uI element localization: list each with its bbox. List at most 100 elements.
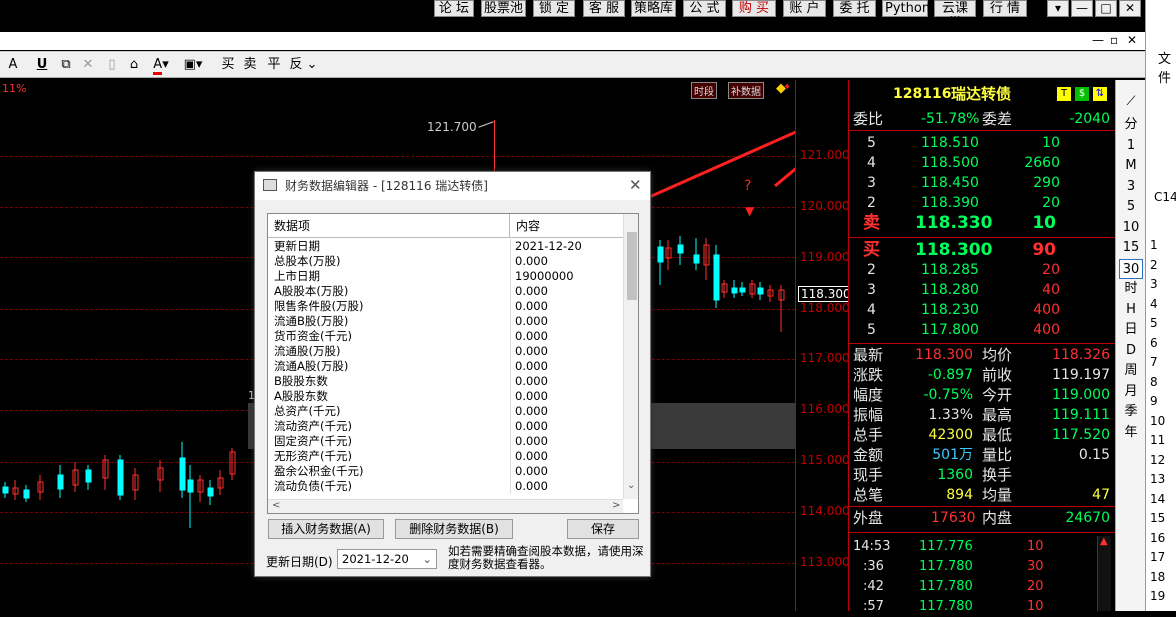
grid-row[interactable]: 流通A股(万股) 0.000 (268, 359, 623, 374)
ask-row[interactable]: 2 118.390 20 (849, 193, 1116, 213)
grid-value[interactable]: 0.000 (515, 389, 548, 404)
col-header-item[interactable]: 数据项 (268, 214, 510, 238)
grid-value[interactable]: 0.000 (515, 299, 548, 314)
grid-row[interactable]: 总股本(万股) 0.000 (268, 254, 623, 269)
vertical-scrollbar[interactable]: ⌄ (623, 214, 638, 499)
menu-service[interactable]: 客 服 (583, 0, 625, 17)
grid-row[interactable]: 流通股(万股) 0.000 (268, 344, 623, 359)
menu-account[interactable]: 账 户 (783, 0, 826, 17)
dropdown-icon[interactable]: ▾ (1047, 0, 1069, 17)
sell-tool[interactable]: 卖 (242, 55, 258, 75)
date-select[interactable]: 2021-12-20 ⌄ (337, 549, 437, 569)
grid-row[interactable]: 限售条件股(万股) 0.000 (268, 299, 623, 314)
period-1[interactable]: 1 (1119, 136, 1143, 156)
grid-value[interactable]: 0.000 (515, 284, 548, 299)
delete-icon[interactable]: ✕ (80, 55, 96, 75)
menu-lock[interactable]: 锁 定 (533, 0, 575, 17)
inner-restore-icon[interactable]: ▫ (1110, 33, 1118, 47)
period-12[interactable]: 周 (1119, 361, 1143, 381)
ask-row[interactable]: 卖 118.330 10 (849, 213, 1116, 233)
horizontal-scrollbar[interactable]: < > (268, 499, 623, 513)
grid-value[interactable]: 0.000 (515, 254, 548, 269)
grid-row[interactable]: 流动负债(千元) 0.000 (268, 479, 623, 494)
text-tool-icon[interactable]: A (6, 55, 20, 75)
underline-icon[interactable]: U (34, 55, 50, 75)
grid-value[interactable]: 0.000 (515, 374, 548, 389)
reverse-tool[interactable]: 反 (288, 55, 304, 75)
grid-row[interactable]: A股股东数 0.000 (268, 389, 623, 404)
t-icon[interactable]: T (1057, 87, 1071, 101)
grid-value[interactable]: 0.000 (515, 449, 548, 464)
grid-row[interactable]: 固定资产(千元) 0.000 (268, 434, 623, 449)
grid-row[interactable]: 流通B股(万股) 0.000 (268, 314, 623, 329)
inner-close-icon[interactable]: ✕ (1127, 33, 1137, 47)
save-icon[interactable]: ▣▾ (180, 55, 206, 75)
grid-row[interactable]: 上市日期 19000000 (268, 269, 623, 284)
bid-row[interactable]: 3 118.280 40 (849, 280, 1116, 300)
grid-row[interactable]: 盈余公积金(千元) 0.000 (268, 464, 623, 479)
period-3[interactable]: 3 (1119, 177, 1143, 197)
trash-icon[interactable]: ▯ (104, 55, 120, 75)
grid-value[interactable]: 0.000 (515, 404, 548, 419)
tick-scrollbar[interactable]: ▲ (1097, 536, 1111, 611)
dollar-icon[interactable]: $ (1075, 87, 1089, 101)
grid-row[interactable]: 流动资产(千元) 0.000 (268, 419, 623, 434)
trend-icon[interactable]: ⟋ (1119, 92, 1143, 112)
grid-value[interactable]: 2021-12-20 (515, 239, 582, 254)
delete-data-button[interactable]: 删除财务数据(B) (395, 519, 513, 539)
scroll-thumb[interactable] (627, 232, 637, 300)
bid-row[interactable]: 4 118.230 400 (849, 300, 1116, 320)
menu-python[interactable]: Python (882, 0, 930, 17)
col-header-content[interactable]: 内容 (510, 214, 623, 238)
period-9[interactable]: H (1119, 300, 1143, 320)
menu-strategy[interactable]: 策略库 (631, 0, 676, 17)
grid-value[interactable]: 0.000 (515, 359, 548, 374)
menu-stock-pool[interactable]: 股票池 (481, 0, 526, 17)
period-13[interactable]: 月 (1119, 382, 1143, 402)
bid-row[interactable]: 5 117.800 400 (849, 320, 1116, 340)
period-7[interactable]: 30 (1119, 258, 1143, 279)
copy-icon[interactable]: ⧉ (58, 55, 74, 75)
chevron-down-icon[interactable]: ⌄ (422, 550, 432, 568)
grid-value[interactable]: 19000000 (515, 269, 574, 284)
grid-value[interactable]: 0.000 (515, 419, 548, 434)
period-15[interactable]: 年 (1119, 423, 1143, 443)
scroll-right-icon[interactable]: > (612, 500, 620, 511)
close-icon[interactable]: ✕ (1119, 0, 1141, 17)
menu-market[interactable]: 行 情 (983, 0, 1027, 17)
grid-row[interactable]: A股股本(万股) 0.000 (268, 284, 623, 299)
grid-value[interactable]: 0.000 (515, 479, 548, 494)
period-5[interactable]: 10 (1119, 218, 1143, 238)
grid-value[interactable]: 0.000 (515, 464, 548, 479)
inner-minimize-icon[interactable]: — (1092, 33, 1104, 47)
menu-formula[interactable]: 公 式 (683, 0, 726, 17)
toolbar-more-icon[interactable]: ⌄ (306, 55, 318, 75)
menu-order[interactable]: 委 托 (833, 0, 876, 17)
scroll-down-icon[interactable]: ⌄ (627, 480, 635, 491)
buy-tool[interactable]: 买 (220, 55, 236, 75)
ask-row[interactable]: 5 118.510 10 (849, 133, 1116, 153)
menu-cloud-class[interactable]: 云课堂 (934, 0, 976, 31)
ask-row[interactable]: 3 118.450 290 (849, 173, 1116, 193)
period-0[interactable]: 分 (1119, 115, 1143, 135)
lock-icon[interactable]: ⌂ (126, 55, 142, 75)
menu-forum[interactable]: 论 坛 (434, 0, 474, 17)
grid-value[interactable]: 0.000 (515, 344, 548, 359)
bid-row[interactable]: 买 118.300 90 (849, 240, 1116, 260)
grid-value[interactable]: 0.000 (515, 314, 548, 329)
swap-icon[interactable]: ⇅ (1093, 87, 1107, 101)
save-button[interactable]: 保存 (567, 519, 639, 539)
period-11[interactable]: D (1119, 341, 1143, 361)
period-6[interactable]: 15 (1119, 238, 1143, 258)
grid-row[interactable]: 总资产(千元) 0.000 (268, 404, 623, 419)
minimize-icon[interactable]: — (1071, 0, 1093, 17)
period-4[interactable]: 5 (1119, 197, 1143, 217)
grid-row[interactable]: 更新日期 2021-12-20 (268, 239, 623, 254)
maximize-icon[interactable]: □ (1095, 0, 1117, 17)
period-14[interactable]: 季 (1119, 402, 1143, 422)
period-10[interactable]: 日 (1119, 320, 1143, 340)
grid-value[interactable]: 0.000 (515, 329, 548, 344)
menu-buy[interactable]: 购 买 (732, 0, 776, 17)
grid-row[interactable]: B股股东数 0.000 (268, 374, 623, 389)
grid-row[interactable]: 无形资产(千元) 0.000 (268, 449, 623, 464)
